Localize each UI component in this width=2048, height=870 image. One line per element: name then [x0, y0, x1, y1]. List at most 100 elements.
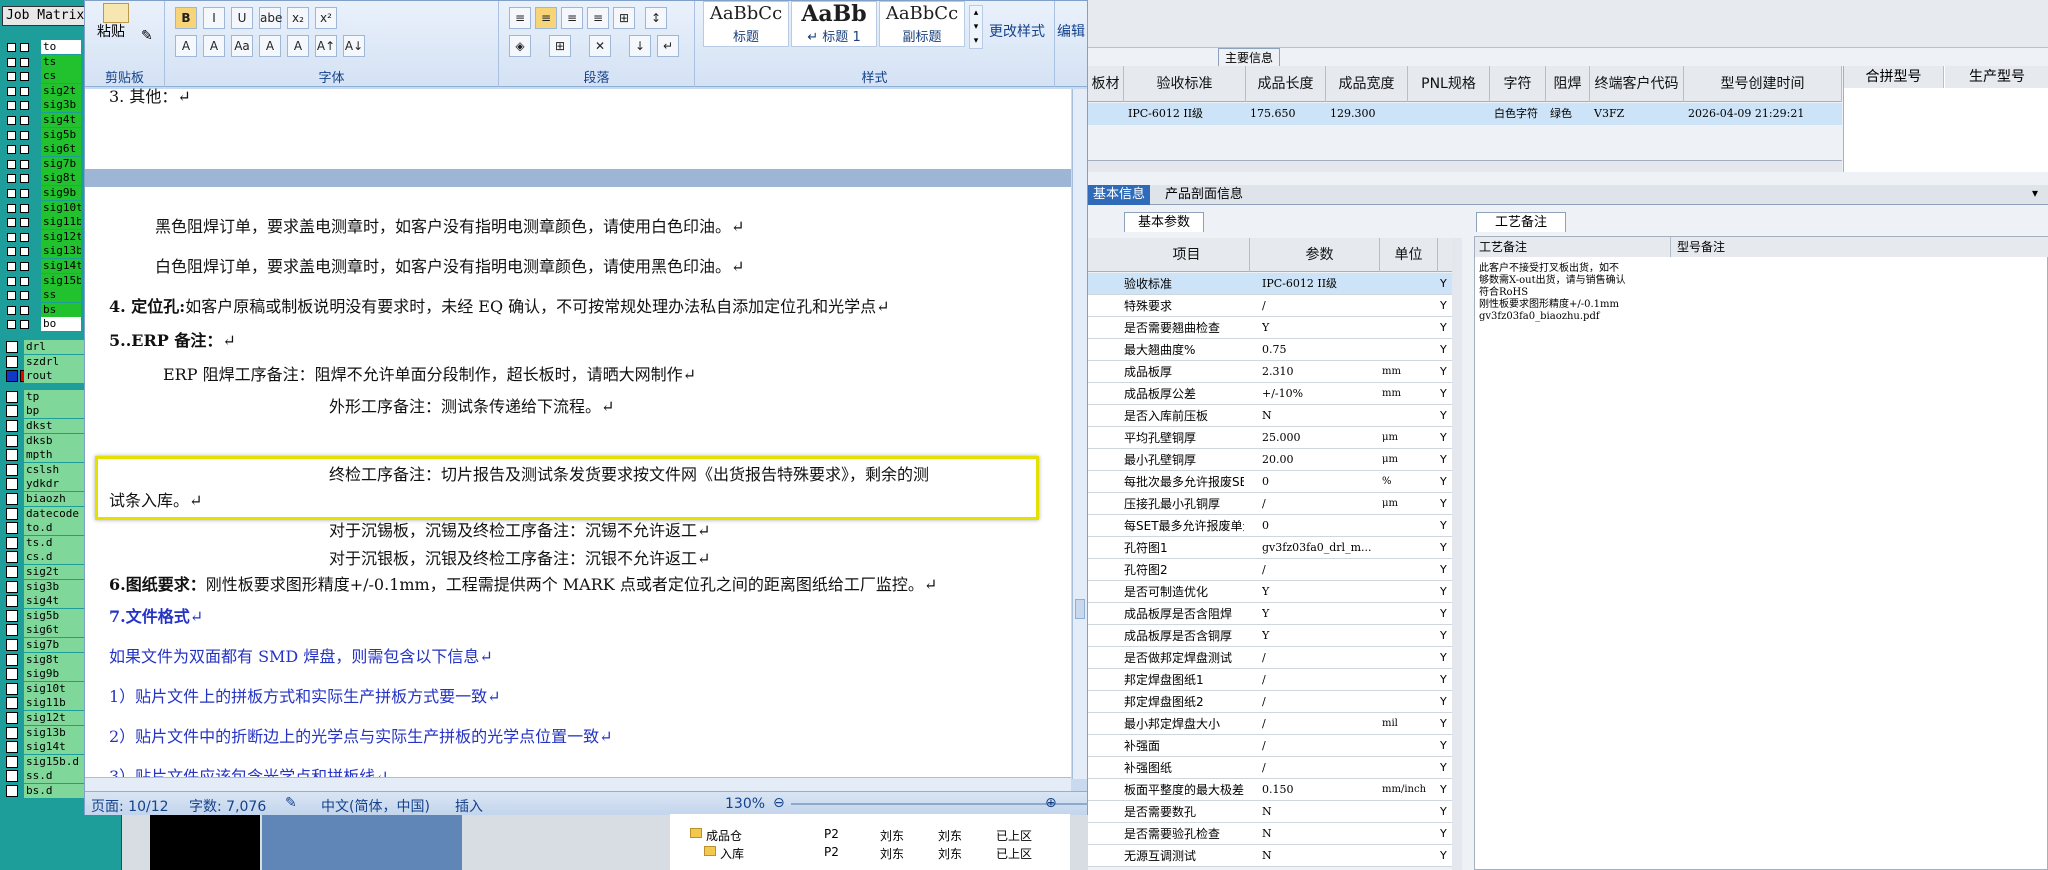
param-value[interactable]: 0.150 — [1262, 779, 1380, 801]
color-swatch[interactable] — [6, 639, 18, 651]
param-row[interactable]: 邦定焊盘图纸1 / Y — [1088, 669, 1452, 691]
style-subtitle[interactable]: AaBbCc 副标题 — [879, 1, 965, 47]
param-value[interactable]: / — [1262, 295, 1380, 317]
param-row[interactable]: 成品板厚公差 +/-10% mm Y — [1088, 383, 1452, 405]
main-hscroll[interactable] — [1088, 160, 1842, 172]
enclose-char-button[interactable]: A — [287, 35, 309, 57]
checkbox[interactable] — [7, 101, 16, 111]
craft-notes-text[interactable]: 此客户不接受打叉板出货，如不 够数需X-out出货，请与销售确认 符合RoHS 刚性板… — [1479, 263, 1669, 323]
color-swatch[interactable] — [6, 390, 18, 403]
param-value[interactable]: N — [1262, 823, 1380, 845]
strikethrough-button[interactable]: abe — [259, 7, 282, 29]
sort-icon[interactable]: ↓ — [629, 35, 651, 57]
checkbox[interactable] — [20, 232, 29, 242]
param-vscroll[interactable] — [1452, 238, 1462, 870]
checkbox[interactable] — [7, 72, 16, 82]
color-swatch[interactable] — [6, 741, 18, 754]
checkbox[interactable] — [7, 116, 16, 125]
checkbox[interactable] — [7, 43, 16, 52]
tab-craft-notes[interactable]: 工艺备注 — [1476, 212, 1566, 232]
color-swatch[interactable] — [6, 682, 18, 695]
param-value[interactable]: / — [1262, 559, 1380, 581]
param-value[interactable]: gv3fz03fa0_drl_m... — [1262, 537, 1380, 559]
checkbox[interactable] — [20, 101, 29, 111]
scroll-thumb[interactable] — [1075, 599, 1085, 619]
paste-button[interactable]: 粘贴 — [97, 21, 125, 41]
main-col-header[interactable]: 阻焊 — [1546, 66, 1590, 102]
distribute-icon[interactable]: ⊞ — [613, 7, 635, 29]
horizontal-scrollbar[interactable] — [85, 777, 1071, 791]
align-right-icon[interactable]: ≡ — [561, 7, 583, 29]
align-left-icon[interactable]: ≡ — [509, 7, 531, 29]
color-swatch[interactable] — [6, 536, 18, 549]
param-value[interactable]: 25.000 — [1262, 427, 1380, 449]
param-value[interactable]: / — [1262, 757, 1380, 779]
tab-basic-params[interactable]: 基本参数 — [1124, 212, 1204, 232]
checkbox[interactable] — [7, 305, 16, 315]
param-row[interactable]: 是否需要翘曲检查 Y Y — [1088, 317, 1452, 339]
main-col-header[interactable]: 终端客户代码 — [1590, 66, 1684, 102]
param-row[interactable]: 特殊要求 / Y — [1088, 295, 1452, 317]
checkbox[interactable] — [20, 320, 29, 330]
param-row[interactable]: 是否可制造优化 Y Y — [1088, 581, 1452, 603]
checkbox[interactable] — [20, 305, 29, 315]
param-row[interactable]: 是否入库前压板 N Y — [1088, 405, 1452, 427]
param-row[interactable]: 无源互调测试 N Y — [1088, 845, 1452, 867]
param-value[interactable]: / — [1262, 493, 1380, 515]
color-swatch[interactable] — [6, 478, 18, 491]
param-row[interactable]: 成品板厚是否含阻焊 Y Y — [1088, 603, 1452, 625]
checkbox[interactable] — [7, 57, 16, 67]
proofing-icon[interactable]: ✎ — [285, 796, 297, 810]
param-value[interactable]: IPC-6012 II级 — [1262, 273, 1380, 295]
param-row[interactable]: 最小孔壁铜厚 20.00 μm Y — [1088, 449, 1452, 471]
checkbox[interactable] — [7, 145, 16, 155]
format-painter-icon[interactable]: ✎ — [141, 29, 153, 43]
font-color-button[interactable]: A — [203, 35, 225, 57]
styles-scroll-icon[interactable]: ▴ ▾ ▾ — [969, 5, 983, 49]
checkbox[interactable] — [20, 291, 29, 301]
param-value[interactable]: / — [1262, 691, 1380, 713]
checkbox[interactable] — [20, 276, 29, 286]
param-value[interactable]: Y — [1262, 581, 1380, 603]
align-center-icon[interactable]: ≡ — [535, 7, 557, 29]
param-value[interactable]: 0 — [1262, 515, 1380, 537]
color-swatch[interactable] — [6, 355, 18, 368]
param-value[interactable]: 20.00 — [1262, 449, 1380, 471]
param-value[interactable]: Y — [1262, 625, 1380, 647]
color-swatch[interactable] — [6, 595, 18, 608]
param-row[interactable]: 最大翘曲度% 0.75 Y — [1088, 339, 1452, 361]
edit-button[interactable]: 编辑 — [1057, 21, 1085, 41]
color-swatch[interactable] — [6, 420, 18, 432]
color-swatch[interactable] — [6, 434, 18, 447]
checkbox[interactable] — [7, 130, 16, 140]
color-swatch[interactable] — [6, 522, 18, 535]
italic-button[interactable]: I — [203, 7, 225, 29]
param-value[interactable]: / — [1262, 713, 1380, 735]
color-swatch[interactable] — [6, 566, 18, 578]
param-row[interactable]: 邦定焊盘图纸2 / Y — [1088, 691, 1452, 713]
zoom-slider[interactable] — [791, 803, 1121, 805]
justify-icon[interactable]: ≡ — [587, 7, 609, 29]
checkbox[interactable] — [20, 262, 29, 271]
insert-mode[interactable]: 插入 — [455, 796, 483, 816]
checkbox[interactable] — [7, 320, 16, 330]
param-value[interactable]: N — [1262, 845, 1380, 867]
param-value[interactable]: N — [1262, 405, 1380, 427]
main-table-row[interactable]: IPC-6012 II级 175.650 129.300 白色字符 绿色 V3FZ 2026… — [1088, 103, 1842, 125]
vertical-scrollbar[interactable] — [1072, 89, 1087, 779]
param-row[interactable]: 孔符图2 / Y — [1088, 559, 1452, 581]
param-row[interactable]: 平均孔壁铜厚 25.000 μm Y — [1088, 427, 1452, 449]
color-swatch[interactable] — [6, 770, 18, 783]
grow-font-button[interactable]: A↑ — [315, 35, 337, 57]
color-swatch[interactable] — [6, 463, 18, 476]
main-col-header[interactable]: 板材 — [1088, 66, 1124, 102]
color-swatch[interactable] — [6, 668, 18, 681]
param-row[interactable]: 补强面 / Y — [1088, 735, 1452, 757]
shading-icon[interactable]: ◈ — [509, 35, 531, 57]
zoom-in-icon[interactable]: ⊕ — [1045, 796, 1057, 810]
checkbox[interactable] — [7, 276, 16, 286]
checkbox[interactable] — [20, 86, 29, 96]
param-row[interactable]: 验收标准 IPC-6012 II级 Y — [1088, 273, 1452, 295]
main-col-header[interactable]: 字符 — [1490, 66, 1546, 102]
underline-button[interactable]: U — [231, 7, 253, 29]
